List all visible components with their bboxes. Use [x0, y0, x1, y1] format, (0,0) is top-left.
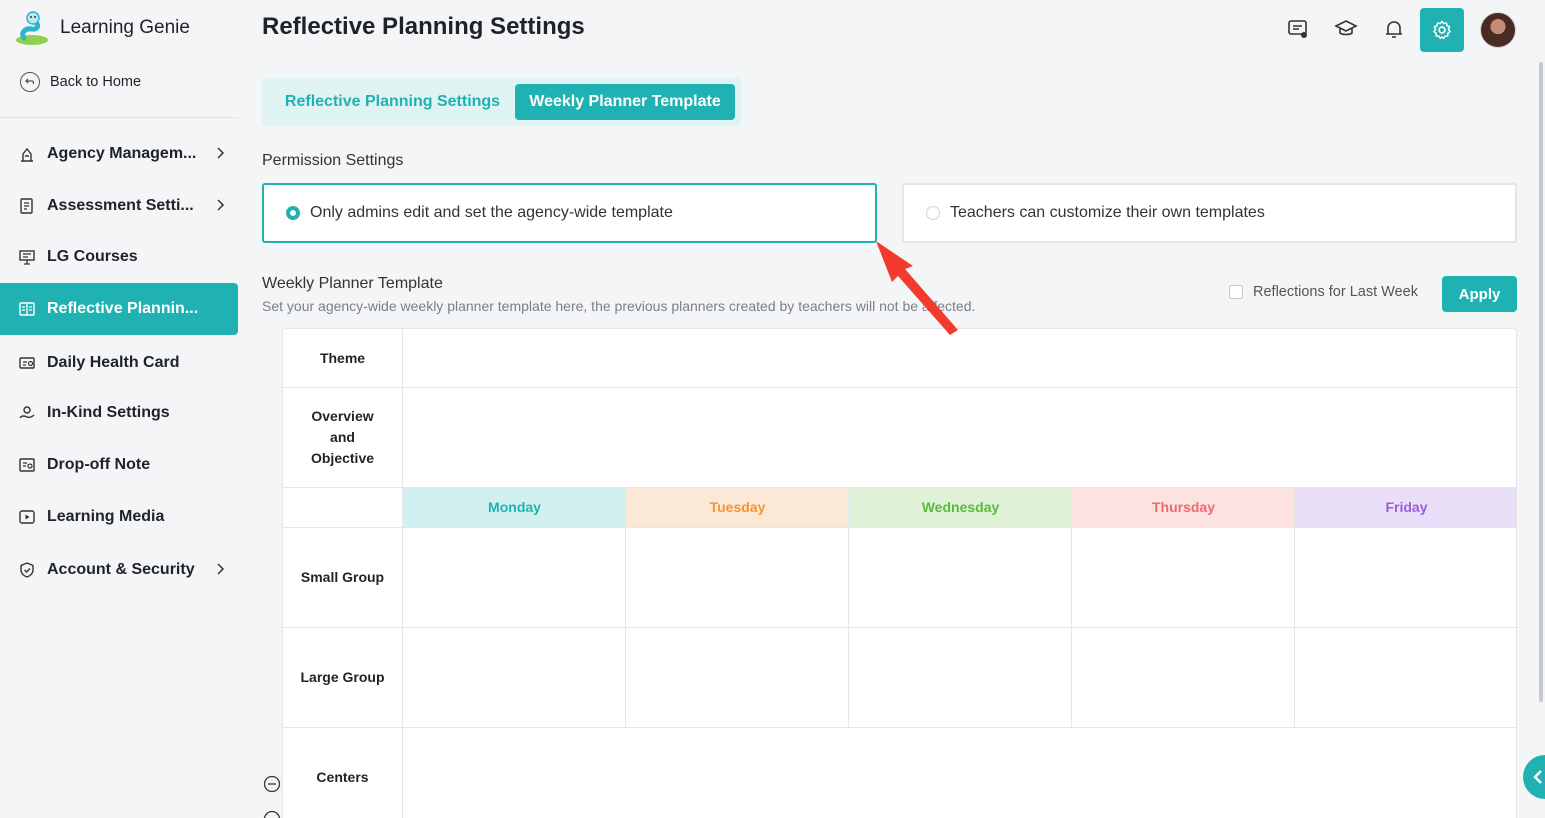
row-label-theme: Theme	[283, 329, 403, 387]
sidebar-item-daily-health-card[interactable]: Daily Health Card	[0, 337, 238, 389]
shield-icon	[17, 560, 37, 580]
in-kind-icon	[17, 403, 37, 423]
bell-icon[interactable]	[1381, 16, 1407, 42]
page-title: Reflective Planning Settings	[262, 13, 585, 40]
permission-option-label: Only admins edit and set the agency-wide…	[310, 204, 673, 221]
sidebar-divider	[0, 117, 238, 118]
sidebar-item-lg-courses[interactable]: LG Courses	[0, 231, 238, 283]
sidebar-item-account-security[interactable]: Account & Security	[0, 544, 238, 596]
grid-line	[283, 527, 1516, 528]
brand[interactable]: Learning Genie	[14, 10, 190, 46]
building-icon	[17, 144, 37, 164]
chat-icon[interactable]	[1285, 16, 1311, 42]
graduation-cap-icon[interactable]	[1333, 16, 1359, 42]
media-icon	[17, 507, 37, 527]
permission-option-admins-only[interactable]: Only admins edit and set the agency-wide…	[262, 183, 877, 243]
sidebar-item-label: In-Kind Settings	[47, 404, 170, 421]
courses-icon	[17, 247, 37, 267]
brand-name: Learning Genie	[60, 17, 190, 38]
row-label-centers: Centers	[283, 727, 403, 818]
annotation-arrow-icon	[876, 241, 958, 335]
weekly-planner-description: Set your agency-wide weekly planner temp…	[262, 298, 976, 314]
gear-icon	[1433, 20, 1451, 40]
avatar[interactable]	[1480, 12, 1516, 48]
day-header-thursday: Thursday	[1072, 487, 1295, 527]
back-to-home-link[interactable]: Back to Home	[20, 72, 141, 92]
grid-line	[1294, 487, 1295, 727]
radio-unselected[interactable]	[926, 206, 940, 220]
grid-line	[283, 627, 1516, 628]
sidebar-item-label: Account & Security	[47, 561, 195, 578]
learning-genie-logo-icon	[16, 11, 48, 45]
checkbox[interactable]	[1229, 285, 1243, 299]
overview-cell[interactable]	[403, 387, 1516, 487]
day-header-tuesday: Tuesday	[626, 487, 849, 527]
health-card-icon	[17, 353, 37, 373]
row-label-small-group: Small Group	[283, 527, 403, 627]
sidebar: Learning Genie Back to Home Agency Manag…	[0, 0, 238, 818]
reflections-last-week-checkbox[interactable]: Reflections for Last Week	[1229, 284, 1418, 300]
permission-option-label: Teachers can customize their own templat…	[950, 204, 1265, 221]
sidebar-item-label: Assessment Setti...	[47, 197, 194, 214]
row-label-empty	[283, 487, 403, 527]
grid-line	[1071, 487, 1072, 727]
grid-line	[283, 387, 1516, 388]
grid-line	[283, 727, 1516, 728]
permission-settings-title: Permission Settings	[262, 152, 404, 169]
settings-button[interactable]	[1420, 8, 1464, 52]
tab-reflective-planning-settings[interactable]: Reflective Planning Settings	[270, 84, 515, 120]
day-header-monday: Monday	[403, 487, 626, 527]
row-label-large-group: Large Group	[283, 627, 403, 727]
back-to-home-label: Back to Home	[50, 74, 142, 90]
grid-line	[848, 487, 849, 727]
day-header-wednesday: Wednesday	[849, 487, 1072, 527]
remove-row-icon[interactable]	[263, 810, 281, 818]
sidebar-item-in-kind-settings[interactable]: In-Kind Settings	[0, 387, 238, 439]
sidebar-item-learning-media[interactable]: Learning Media	[0, 491, 238, 543]
remove-row-icon[interactable]	[263, 775, 281, 793]
grid-line	[625, 487, 626, 727]
assessment-icon	[17, 196, 37, 216]
scrollbar[interactable]	[1539, 62, 1543, 702]
planning-icon	[17, 299, 37, 319]
reflections-label: Reflections for Last Week	[1253, 284, 1418, 300]
sidebar-item-label: Drop-off Note	[47, 456, 151, 473]
sidebar-item-label: Agency Managem...	[47, 145, 197, 162]
tab-weekly-planner-template[interactable]: Weekly Planner Template	[515, 84, 735, 120]
day-header-friday: Friday	[1295, 487, 1516, 527]
sidebar-item-drop-off-note[interactable]: Drop-off Note	[0, 439, 238, 491]
apply-button[interactable]: Apply	[1442, 276, 1517, 312]
sidebar-item-agency-management[interactable]: Agency Managem...	[0, 128, 238, 180]
radio-selected[interactable]	[286, 206, 300, 220]
back-arrow-icon	[20, 72, 40, 92]
sidebar-item-label: LG Courses	[47, 248, 138, 265]
sidebar-item-assessment-settings[interactable]: Assessment Setti...	[0, 180, 238, 232]
chevron-right-icon	[217, 563, 225, 575]
sidebar-item-label: Daily Health Card	[47, 354, 180, 371]
note-icon	[17, 455, 37, 475]
tab-bar: Reflective Planning Settings Weekly Plan…	[262, 78, 741, 126]
collapse-panel-button[interactable]	[1523, 755, 1545, 799]
weekly-planner-title: Weekly Planner Template	[262, 275, 443, 292]
sidebar-item-label: Learning Media	[47, 508, 165, 525]
chevron-left-icon	[1533, 770, 1542, 784]
row-label-overview: Overview and Objective	[283, 387, 403, 487]
permission-option-teachers-customize[interactable]: Teachers can customize their own templat…	[902, 183, 1517, 243]
chevron-right-icon	[217, 147, 225, 159]
weekly-planner-table: Theme Overview and Objective Small Group…	[282, 328, 1517, 818]
sidebar-item-reflective-planning[interactable]: Reflective Plannin...	[0, 283, 238, 335]
grid-line	[283, 487, 1516, 488]
chevron-right-icon	[217, 199, 225, 211]
sidebar-item-label: Reflective Plannin...	[47, 300, 199, 317]
